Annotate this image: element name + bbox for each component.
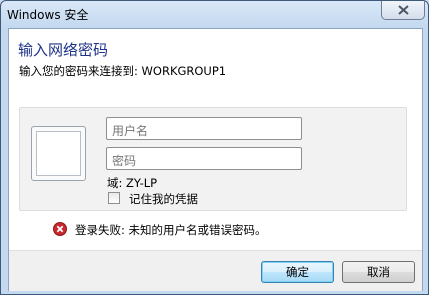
dialog-heading: 输入网络密码 — [18, 41, 109, 59]
credential-tile: 域: ZY-LP 记住我的凭据 — [19, 107, 407, 211]
ok-button[interactable]: 确定 — [261, 261, 334, 283]
password-input[interactable] — [106, 147, 302, 170]
security-dialog-window: Windows 安全 输入网络密码 输入您的密码来连接到: WORKGROUP1… — [0, 0, 429, 295]
username-input[interactable] — [106, 117, 302, 140]
title-bar[interactable]: Windows 安全 — [1, 1, 428, 27]
error-message: 登录失败: 未知的用户名或错误密码。 — [75, 223, 267, 237]
cancel-button[interactable]: 取消 — [342, 261, 415, 283]
window-title: Windows 安全 — [7, 8, 89, 22]
close-button[interactable] — [381, 1, 425, 20]
button-bar: 确定 取消 — [9, 250, 422, 291]
user-tile-inner — [36, 131, 81, 176]
dialog-subtext: 输入您的密码来连接到: WORKGROUP1 — [19, 64, 227, 78]
close-icon — [398, 5, 409, 15]
user-tile-image — [31, 126, 86, 181]
remember-label[interactable]: 记住我的凭据 — [129, 191, 198, 207]
remember-checkbox[interactable] — [108, 192, 120, 204]
domain-label: 域: ZY-LP — [107, 176, 158, 190]
error-icon — [53, 222, 67, 236]
dialog-body: 输入网络密码 输入您的密码来连接到: WORKGROUP1 域: ZY-LP 记… — [8, 28, 423, 291]
